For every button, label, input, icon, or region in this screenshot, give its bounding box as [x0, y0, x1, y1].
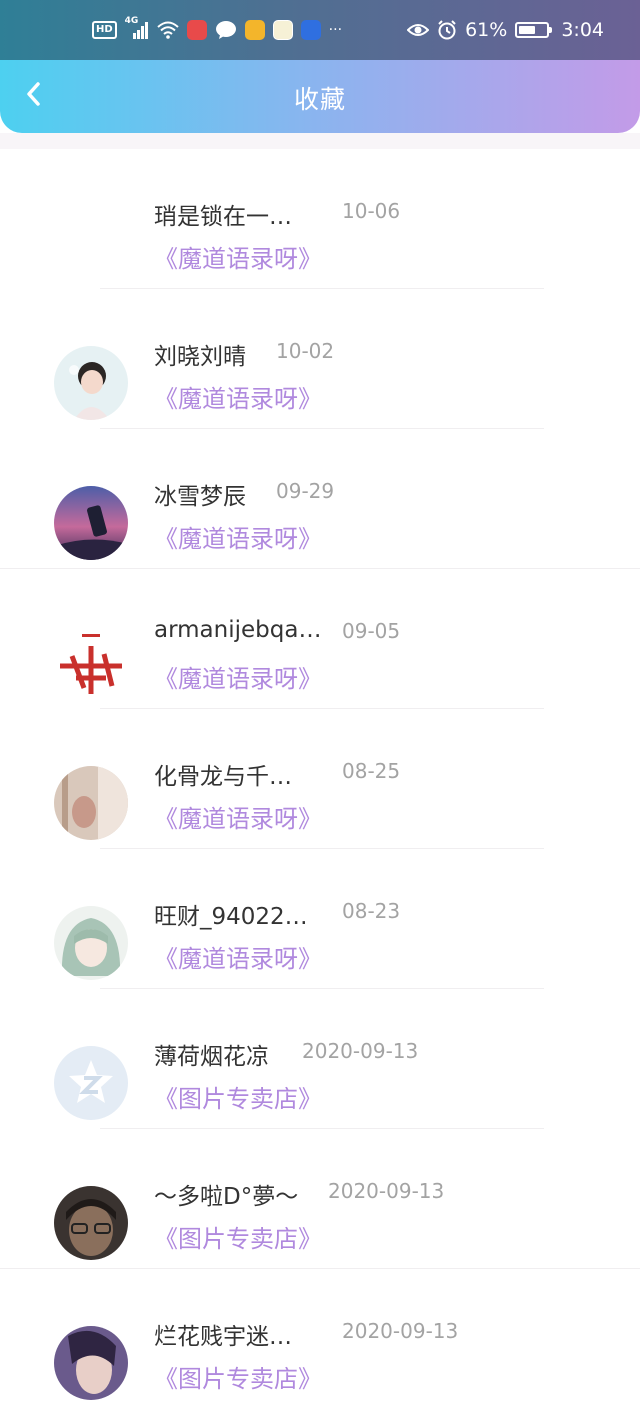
avatar	[54, 626, 128, 700]
item-date: 2020-09-13	[342, 1319, 459, 1343]
list-item[interactable]: 烂花贱宇迷… 2020-09-13 《图片专卖店》	[0, 1269, 640, 1409]
list-item[interactable]: armanijebqa… 09-05 《魔道语录呀》	[0, 569, 640, 709]
user-name: 化骨龙与千…	[154, 764, 292, 790]
app-blue-icon	[300, 20, 321, 40]
wifi-icon	[157, 21, 179, 39]
user-name: ～多啦D°夢～	[154, 1184, 299, 1210]
avatar	[54, 1046, 128, 1120]
user-name: armanijebqa…	[154, 617, 322, 643]
hd-icon: HD	[92, 21, 117, 39]
item-source: 《魔道语录呀》	[154, 805, 322, 833]
app-red-icon	[186, 20, 207, 40]
list-item[interactable]: 冰雪梦辰 09-29 《魔道语录呀》	[0, 429, 640, 569]
list-item[interactable]: 旺财_94022… 08-23 《魔道语录呀》	[0, 849, 640, 989]
list-item[interactable]: ～多啦D°夢～ 2020-09-13 《图片专卖店》	[0, 1129, 640, 1269]
signal-icon: 4G	[125, 16, 149, 40]
avatar	[54, 766, 128, 840]
app-yellow-icon	[244, 20, 265, 40]
battery-level	[519, 26, 536, 34]
avatar	[54, 486, 128, 560]
item-date: 08-25	[342, 759, 401, 783]
avatar	[54, 346, 128, 420]
item-date: 09-05	[342, 619, 401, 643]
page-title: 收藏	[293, 85, 346, 114]
header-separator	[0, 133, 640, 149]
list-item[interactable]: 薄荷烟花凉 2020-09-13 《图片专卖店》	[0, 989, 640, 1129]
user-name: 刘晓刘晴	[154, 344, 246, 370]
chat-icon	[215, 21, 236, 39]
user-name: 冰雪梦辰	[154, 484, 246, 510]
header: HD 4G ··· 61% 3:04 收藏	[0, 0, 640, 133]
alarm-icon	[438, 20, 456, 40]
battery-percent: 61%	[465, 19, 508, 41]
item-date: 08-23	[342, 899, 401, 923]
item-source: 《图片专卖店》	[154, 1365, 322, 1393]
user-name: 薄荷烟花凉	[154, 1044, 269, 1070]
clock: 3:04	[561, 19, 604, 41]
item-date: 10-02	[276, 339, 335, 363]
avatar	[54, 1326, 128, 1400]
user-name: 琑是锁在一…	[154, 204, 292, 230]
item-date: 09-29	[276, 479, 335, 503]
item-source: 《图片专卖店》	[154, 1225, 322, 1253]
item-date: 2020-09-13	[328, 1179, 445, 1203]
nav-bar: 收藏	[0, 60, 640, 133]
favorites-list: 琑是锁在一… 10-06 《魔道语录呀》 刘晓刘晴 10-02 《魔道语录呀》	[0, 149, 640, 1409]
list-item[interactable]: 刘晓刘晴 10-02 《魔道语录呀》	[0, 289, 640, 429]
item-source: 《魔道语录呀》	[154, 945, 322, 973]
eye-icon	[407, 24, 430, 36]
item-source: 《图片专卖店》	[154, 1085, 322, 1113]
user-name: 旺财_94022…	[154, 904, 308, 930]
item-source: 《魔道语录呀》	[154, 385, 322, 413]
item-source: 《魔道语录呀》	[154, 525, 322, 553]
item-source: 《魔道语录呀》	[154, 665, 322, 693]
app-face-icon	[272, 20, 293, 40]
status-right: 61% 3:04	[407, 19, 604, 41]
avatar	[54, 1186, 128, 1260]
user-name: 烂花贱宇迷…	[154, 1324, 292, 1350]
battery-icon	[515, 22, 553, 38]
avatar	[54, 906, 128, 980]
list-item[interactable]: 化骨龙与千… 08-25 《魔道语录呀》	[0, 709, 640, 849]
list-item[interactable]: 琑是锁在一… 10-06 《魔道语录呀》	[0, 149, 640, 289]
item-date: 2020-09-13	[302, 1039, 419, 1063]
status-left: HD 4G ···	[92, 16, 343, 41]
item-date: 10-06	[342, 199, 401, 223]
status-bar: HD 4G ··· 61% 3:04	[0, 0, 640, 60]
more-icon: ···	[328, 22, 343, 38]
item-source: 《魔道语录呀》	[154, 245, 322, 273]
